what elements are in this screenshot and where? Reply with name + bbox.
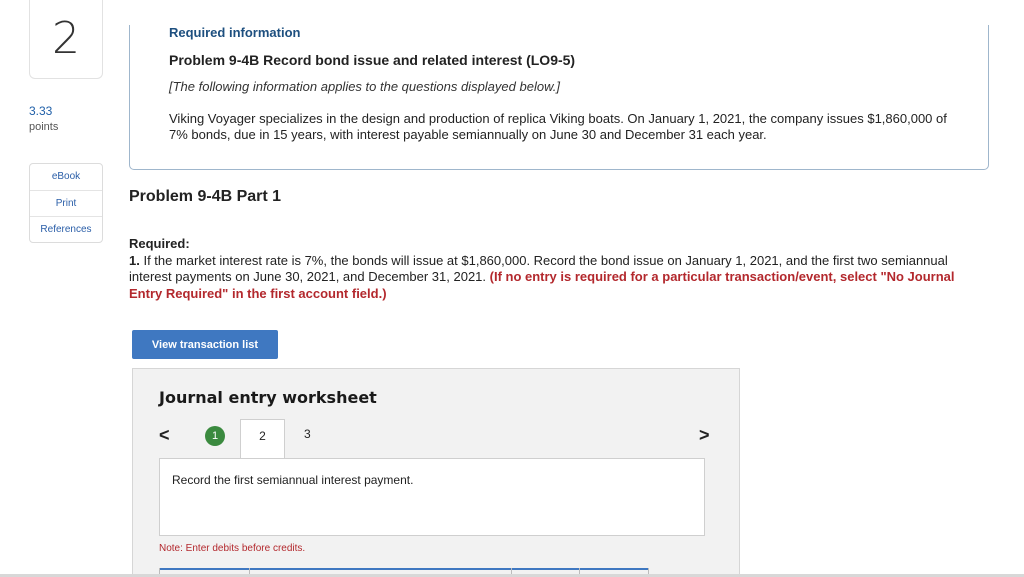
required-info-panel: Required information Problem 9-4B Record…	[129, 25, 989, 170]
journal-entry-worksheet: Journal entry worksheet < 1 2 3 > Record…	[132, 368, 740, 577]
problem-description: Viking Voyager specializes in the design…	[169, 111, 947, 142]
ebook-button[interactable]: eBook	[30, 164, 102, 190]
next-arrow-icon[interactable]: >	[699, 425, 710, 446]
info-note: [The following information applies to th…	[169, 79, 560, 94]
required-label: Required:	[129, 236, 190, 251]
print-button[interactable]: Print	[30, 190, 102, 216]
points-value: 3.33	[29, 104, 53, 118]
step-2-tab[interactable]: 2	[240, 419, 285, 459]
required-section: Required: 1. If the market interest rate…	[129, 236, 989, 302]
worksheet-title: Journal entry worksheet	[159, 388, 377, 407]
instruction-text: Record the first semiannual interest pay…	[172, 473, 414, 487]
step-3-tab[interactable]: 3	[304, 427, 311, 441]
instruction-box: Record the first semiannual interest pay…	[159, 458, 705, 536]
part-title: Problem 9-4B Part 1	[129, 188, 282, 205]
view-transaction-list-button[interactable]: View transaction list	[132, 330, 278, 359]
side-menu: eBook Print References	[29, 163, 103, 243]
prev-arrow-icon[interactable]: <	[159, 425, 170, 446]
required-number: 1.	[129, 252, 140, 268]
problem-title: Problem 9-4B Record bond issue and relat…	[169, 52, 576, 68]
references-button[interactable]: References	[30, 216, 102, 242]
question-number: 2	[52, 13, 80, 64]
step-1-tab[interactable]: 1	[205, 426, 225, 446]
required-info-heading: Required information	[169, 25, 301, 40]
points-label: points	[29, 121, 59, 133]
question-number-box: 2	[29, 0, 103, 79]
worksheet-note: Note: Enter debits before credits.	[159, 543, 306, 554]
